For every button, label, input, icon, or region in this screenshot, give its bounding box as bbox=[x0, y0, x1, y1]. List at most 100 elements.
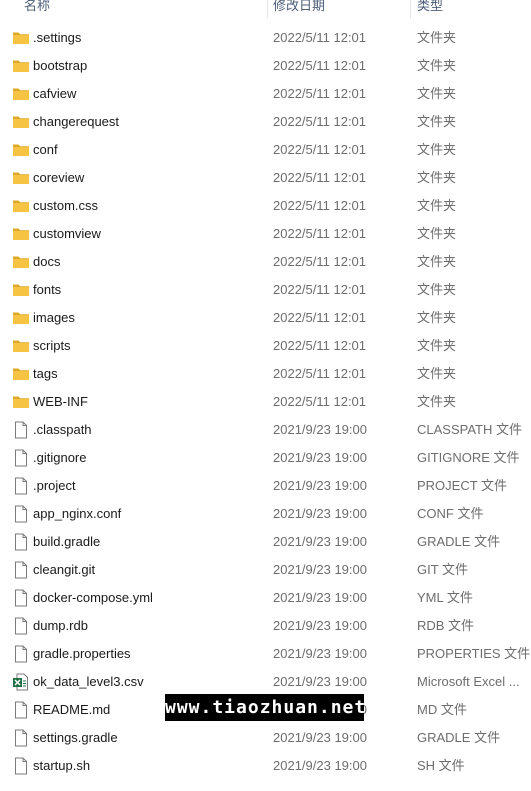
folder-icon bbox=[12, 253, 30, 271]
file-date-modified: 2021/9/23 19:00 bbox=[273, 422, 367, 437]
folder-icon bbox=[12, 57, 30, 75]
file-name[interactable]: coreview bbox=[33, 164, 84, 192]
folder-row[interactable]: images 2022/5/11 12:01 文件夹 bbox=[0, 304, 531, 332]
file-date-modified: 2021/9/23 19:00 bbox=[273, 506, 367, 521]
file-icon bbox=[12, 449, 30, 467]
file-type: CONF 文件 bbox=[417, 506, 484, 521]
file-type: 文件夹 bbox=[417, 394, 457, 409]
file-name[interactable]: customview bbox=[33, 220, 101, 248]
column-header-type[interactable]: 类型 bbox=[417, 0, 443, 15]
file-type: 文件夹 bbox=[417, 282, 457, 297]
file-name[interactable]: gradle.properties bbox=[33, 640, 131, 668]
file-row[interactable]: dump.rdb 2021/9/23 19:00 RDB 文件 bbox=[0, 612, 531, 640]
file-date-modified: 2021/9/23 19:00 bbox=[273, 450, 367, 465]
file-name[interactable]: .project bbox=[33, 472, 76, 500]
file-name[interactable]: changerequest bbox=[33, 108, 119, 136]
file-name[interactable]: images bbox=[33, 304, 75, 332]
folder-row[interactable]: coreview 2022/5/11 12:01 文件夹 bbox=[0, 164, 531, 192]
file-type: RDB 文件 bbox=[417, 618, 475, 633]
file-type: YML 文件 bbox=[417, 590, 473, 605]
folder-row[interactable]: bootstrap 2022/5/11 12:01 文件夹 bbox=[0, 52, 531, 80]
file-type: GRADLE 文件 bbox=[417, 534, 501, 549]
file-name[interactable]: WEB-INF bbox=[33, 388, 88, 416]
file-row[interactable]: startup.sh 2021/9/23 19:00 SH 文件 bbox=[0, 752, 531, 780]
file-name[interactable]: ok_data_level3.csv bbox=[33, 668, 144, 696]
folder-row[interactable]: .settings 2022/5/11 12:01 文件夹 bbox=[0, 24, 531, 52]
folder-row[interactable]: docs 2022/5/11 12:01 文件夹 bbox=[0, 248, 531, 276]
file-name[interactable]: fonts bbox=[33, 276, 61, 304]
file-name[interactable]: cleangit.git bbox=[33, 556, 95, 584]
file-row[interactable]: cleangit.git 2021/9/23 19:00 GIT 文件 bbox=[0, 556, 531, 584]
file-date-modified: 2022/5/11 12:01 bbox=[273, 338, 367, 353]
folder-icon bbox=[12, 337, 30, 355]
file-name[interactable]: dump.rdb bbox=[33, 612, 88, 640]
file-date-modified: 2022/5/11 12:01 bbox=[273, 310, 367, 325]
folder-row[interactable]: custom.css 2022/5/11 12:01 文件夹 bbox=[0, 192, 531, 220]
file-row[interactable]: docker-compose.yml 2021/9/23 19:00 YML 文件 bbox=[0, 584, 531, 612]
file-icon bbox=[12, 645, 30, 663]
excel-icon bbox=[12, 673, 30, 691]
file-type: 文件夹 bbox=[417, 170, 457, 185]
folder-row[interactable]: tags 2022/5/11 12:01 文件夹 bbox=[0, 360, 531, 388]
file-date-modified: 2022/5/11 12:01 bbox=[273, 30, 367, 45]
file-name[interactable]: bootstrap bbox=[33, 52, 87, 80]
column-divider[interactable] bbox=[267, 0, 268, 18]
file-date-modified: 2022/5/11 12:01 bbox=[273, 86, 367, 101]
file-row[interactable]: ok_data_level3.csv 2021/9/23 19:00 Microso… bbox=[0, 668, 531, 696]
file-row[interactable]: settings.gradle 2021/9/23 19:00 GRADLE 文件 bbox=[0, 724, 531, 752]
folder-row[interactable]: fonts 2022/5/11 12:01 文件夹 bbox=[0, 276, 531, 304]
column-header-bar: 名称 修改日期 类型 bbox=[0, 0, 531, 18]
file-type: 文件夹 bbox=[417, 338, 457, 353]
file-name[interactable]: startup.sh bbox=[33, 752, 90, 780]
file-type: PROJECT 文件 bbox=[417, 478, 508, 493]
file-name[interactable]: .classpath bbox=[33, 416, 92, 444]
file-name[interactable]: app_nginx.conf bbox=[33, 500, 121, 528]
file-type: 文件夹 bbox=[417, 86, 457, 101]
file-row[interactable]: gradle.properties 2021/9/23 19:00 PROPERTI… bbox=[0, 640, 531, 668]
column-divider[interactable] bbox=[410, 0, 411, 18]
file-date-modified: 2022/5/11 12:01 bbox=[273, 254, 367, 269]
file-date-modified: 2021/9/23 19:00 bbox=[273, 562, 367, 577]
file-name[interactable]: conf bbox=[33, 136, 58, 164]
file-row[interactable]: build.gradle 2021/9/23 19:00 GRADLE 文件 bbox=[0, 528, 531, 556]
file-name[interactable]: .gitignore bbox=[33, 444, 86, 472]
file-date-modified: 2022/5/11 12:01 bbox=[273, 198, 367, 213]
file-date-modified: 2022/5/11 12:01 bbox=[273, 366, 367, 381]
file-name[interactable]: cafview bbox=[33, 80, 76, 108]
folder-row[interactable]: conf 2022/5/11 12:01 文件夹 bbox=[0, 136, 531, 164]
file-name[interactable]: scripts bbox=[33, 332, 71, 360]
file-type: 文件夹 bbox=[417, 142, 457, 157]
file-row[interactable]: .project 2021/9/23 19:00 PROJECT 文件 bbox=[0, 472, 531, 500]
column-header-date-modified[interactable]: 修改日期 bbox=[273, 0, 325, 15]
file-name[interactable]: settings.gradle bbox=[33, 724, 118, 752]
file-date-modified: 2021/9/23 19:00 bbox=[273, 674, 367, 689]
folder-row[interactable]: WEB-INF 2022/5/11 12:01 文件夹 bbox=[0, 388, 531, 416]
file-type: GITIGNORE 文件 bbox=[417, 450, 520, 465]
folder-icon bbox=[12, 393, 30, 411]
file-name[interactable]: .settings bbox=[33, 24, 81, 52]
file-name[interactable]: README.md bbox=[33, 696, 110, 724]
file-name[interactable]: tags bbox=[33, 360, 58, 388]
folder-icon bbox=[12, 113, 30, 131]
file-name[interactable]: docker-compose.yml bbox=[33, 584, 153, 612]
file-name[interactable]: custom.css bbox=[33, 192, 98, 220]
file-date-modified: 2021/9/23 19:00 bbox=[273, 478, 367, 493]
file-name[interactable]: docs bbox=[33, 248, 60, 276]
file-row[interactable]: .classpath 2021/9/23 19:00 CLASSPATH 文件 bbox=[0, 416, 531, 444]
file-row[interactable]: app_nginx.conf 2021/9/23 19:00 CONF 文件 bbox=[0, 500, 531, 528]
file-icon bbox=[12, 477, 30, 495]
file-icon bbox=[12, 505, 30, 523]
file-name[interactable]: build.gradle bbox=[33, 528, 100, 556]
folder-row[interactable]: cafview 2022/5/11 12:01 文件夹 bbox=[0, 80, 531, 108]
folder-row[interactable]: scripts 2022/5/11 12:01 文件夹 bbox=[0, 332, 531, 360]
file-icon bbox=[12, 421, 30, 439]
file-row[interactable]: .gitignore 2021/9/23 19:00 GITIGNORE 文件 bbox=[0, 444, 531, 472]
file-date-modified: 2021/9/23 19:00 bbox=[273, 730, 367, 745]
file-icon bbox=[12, 701, 30, 719]
file-list: .settings 2022/5/11 12:01 文件夹 bootstrap 2022… bbox=[0, 24, 531, 780]
column-header-name[interactable]: 名称 bbox=[24, 0, 50, 15]
folder-row[interactable]: customview 2022/5/11 12:01 文件夹 bbox=[0, 220, 531, 248]
file-type: Microsoft Excel ... bbox=[417, 674, 520, 689]
folder-row[interactable]: changerequest 2022/5/11 12:01 文件夹 bbox=[0, 108, 531, 136]
file-type: 文件夹 bbox=[417, 366, 457, 381]
